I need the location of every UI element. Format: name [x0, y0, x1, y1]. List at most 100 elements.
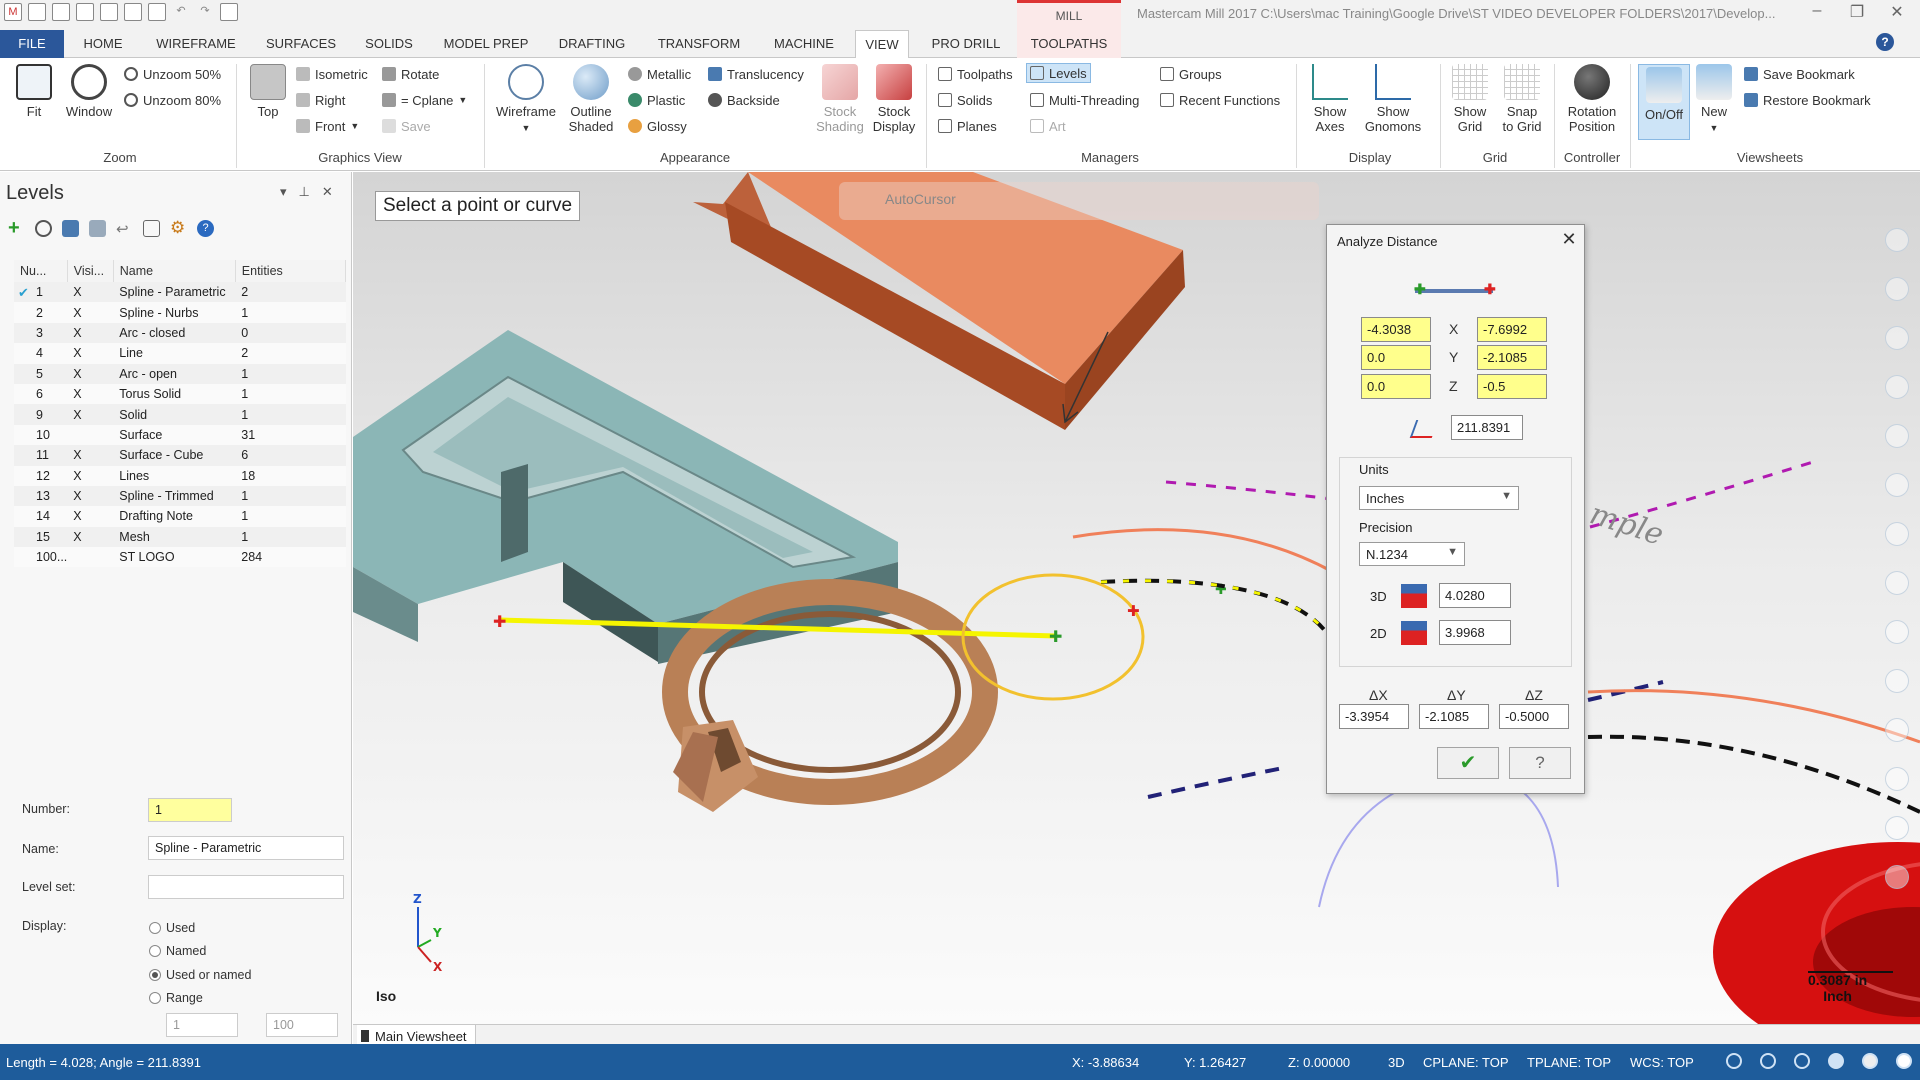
orange-spline-right[interactable]	[1587, 689, 1920, 744]
cplane-button[interactable]: = Cplane ▼	[382, 90, 467, 110]
col-visible[interactable]: Visi...	[67, 260, 114, 282]
range-to-field[interactable]: 100	[266, 1013, 338, 1037]
dimension-icon[interactable]	[1885, 473, 1909, 497]
table-row[interactable]: 15 X Mesh 1	[14, 526, 346, 548]
multithreading-button[interactable]: Multi-Threading	[1030, 90, 1139, 110]
metallic-button[interactable]: Metallic	[628, 64, 691, 84]
radio-used[interactable]	[149, 922, 161, 934]
rotate-button[interactable]: Rotate	[382, 64, 439, 84]
table-row[interactable]: 9 X Solid 1	[14, 404, 346, 425]
table-row[interactable]: 5 X Arc - open 1	[14, 363, 346, 384]
stock-display-button[interactable]: Stock Display	[866, 64, 922, 134]
circle-icon[interactable]	[1885, 326, 1909, 350]
undo-level-icon[interactable]: ↩	[116, 220, 133, 238]
undo-icon[interactable]: ↶	[172, 3, 190, 21]
analyze-icon[interactable]	[1885, 424, 1909, 448]
show-gnomons-button[interactable]: Show Gnomons	[1360, 64, 1426, 134]
col-name[interactable]: Name	[113, 260, 236, 282]
right-view-button[interactable]: Right	[296, 90, 345, 110]
dropdown-icon[interactable]: ▾	[280, 184, 299, 199]
levelset-field[interactable]	[148, 875, 344, 899]
p2-y-field[interactable]: -2.1085	[1477, 345, 1547, 370]
tab-file[interactable]: FILE	[0, 30, 64, 58]
table-row[interactable]: 100... ST LOGO 284	[14, 547, 346, 568]
show-grid-button[interactable]: Show Grid	[1446, 64, 1494, 134]
tab-pro-drill[interactable]: PRO DRILL	[922, 30, 1010, 58]
new-viewsheet-button[interactable]: New ▼	[1694, 64, 1734, 136]
p1-z-field[interactable]: 0.0	[1361, 374, 1431, 399]
radio-named[interactable]	[149, 945, 161, 957]
p1-y-field[interactable]: 0.0	[1361, 345, 1431, 370]
table-row[interactable]: 10 Surface 31	[14, 424, 346, 446]
orange-spline[interactable]	[1072, 528, 1334, 574]
range-from-field[interactable]: 1	[166, 1013, 238, 1037]
dialog-close-button[interactable]: ✕	[1559, 229, 1579, 250]
tab-solids[interactable]: SOLIDS	[356, 30, 422, 58]
cancel-icon[interactable]	[1885, 865, 1909, 889]
add-icon[interactable]	[1885, 228, 1909, 252]
table-row[interactable]: 3 X Arc - closed 0	[14, 322, 346, 344]
folder-icon[interactable]	[148, 3, 166, 21]
show-axes-button[interactable]: Show Axes	[1304, 64, 1356, 134]
find-icon[interactable]	[35, 220, 52, 237]
stock-icon[interactable]	[1885, 669, 1909, 693]
spline-icon[interactable]	[1885, 375, 1909, 399]
outline-shaded-button[interactable]: Outline Shaded	[562, 64, 620, 134]
status-wcs[interactable]: WCS: TOP	[1630, 1055, 1694, 1070]
units-select[interactable]: Inches ▼	[1359, 486, 1519, 510]
close-icon[interactable]: ✕	[322, 184, 345, 199]
delta-y-field[interactable]: -2.1085	[1419, 704, 1489, 729]
pin-icon[interactable]: ⊥	[299, 184, 322, 199]
layers-off-icon[interactable]	[89, 220, 106, 237]
help-button[interactable]: ?	[1509, 747, 1571, 779]
unzoom-50-button[interactable]: Unzoom 50%	[124, 64, 221, 84]
name-field[interactable]: Spline - Parametric	[148, 836, 344, 860]
isometric-button[interactable]: Isometric	[296, 64, 368, 84]
precision-select[interactable]: N.1234 ▼	[1359, 542, 1465, 566]
help-icon[interactable]: ?	[1876, 33, 1894, 51]
purple-dash-line[interactable]	[1165, 480, 1354, 504]
recent-functions-button[interactable]: Recent Functions	[1160, 90, 1280, 110]
delta-x-field[interactable]: -3.3954	[1339, 704, 1409, 729]
translucency-button[interactable]: Translucency	[708, 64, 804, 84]
snap-to-grid-button[interactable]: Snap to Grid	[1496, 64, 1548, 134]
redo-icon[interactable]: ↷	[196, 3, 214, 21]
translucent-sphere-icon[interactable]	[1862, 1053, 1878, 1069]
plastic-button[interactable]: Plastic	[628, 90, 685, 110]
viewsheets-onoff-button[interactable]: On/Off	[1638, 64, 1690, 140]
gear-icon[interactable]	[1885, 816, 1909, 840]
cube-icon[interactable]	[1885, 620, 1909, 644]
col-number[interactable]: Nu...	[14, 260, 68, 282]
radio-used-or-named[interactable]	[149, 969, 161, 981]
add-level-icon[interactable]: +	[8, 218, 25, 238]
distance-2d-field[interactable]: 3.9968	[1439, 620, 1511, 645]
globe-icon[interactable]	[1726, 1053, 1742, 1069]
table-row[interactable]: 13 X Spline - Trimmed 1	[14, 485, 346, 507]
minimize-button[interactable]: –	[1800, 2, 1834, 20]
tab-view[interactable]: VIEW	[855, 30, 909, 59]
layers-icon[interactable]	[62, 220, 79, 237]
table-row[interactable]: 2 X Spline - Nurbs 1	[14, 302, 346, 323]
toolpath-icon[interactable]	[1885, 718, 1909, 742]
levels-manager-button[interactable]: Levels	[1026, 63, 1091, 83]
groups-manager-button[interactable]: Groups	[1160, 64, 1222, 84]
settings-gear-icon[interactable]: ⚙	[170, 219, 187, 237]
render-sphere-icon[interactable]	[1828, 1053, 1844, 1069]
shaded-globe-icon[interactable]	[1794, 1053, 1810, 1069]
customize-icon[interactable]	[220, 3, 238, 21]
wireframe-globe-icon[interactable]	[1760, 1053, 1776, 1069]
table-row[interactable]: 11 X Surface - Cube 6	[14, 445, 346, 466]
toolpaths-manager-button[interactable]: Toolpaths	[938, 64, 1013, 84]
save-bookmark-button[interactable]: Save Bookmark	[1744, 64, 1855, 84]
table-row[interactable]: 14 X Drafting Note 1	[14, 506, 346, 527]
help-icon[interactable]: ?	[197, 220, 214, 237]
maximize-button[interactable]: ❐	[1840, 2, 1874, 22]
open-icon[interactable]	[76, 3, 94, 21]
fit-button[interactable]: Fit	[12, 64, 56, 119]
save-view-button[interactable]: Save	[382, 116, 431, 136]
material-sphere-icon[interactable]	[1896, 1053, 1912, 1069]
p2-x-field[interactable]: -7.6992	[1477, 317, 1547, 342]
table-row[interactable]: 6 X Torus Solid 1	[14, 383, 346, 405]
surface-icon[interactable]	[1885, 571, 1909, 595]
restore-bookmark-button[interactable]: Restore Bookmark	[1744, 90, 1871, 110]
